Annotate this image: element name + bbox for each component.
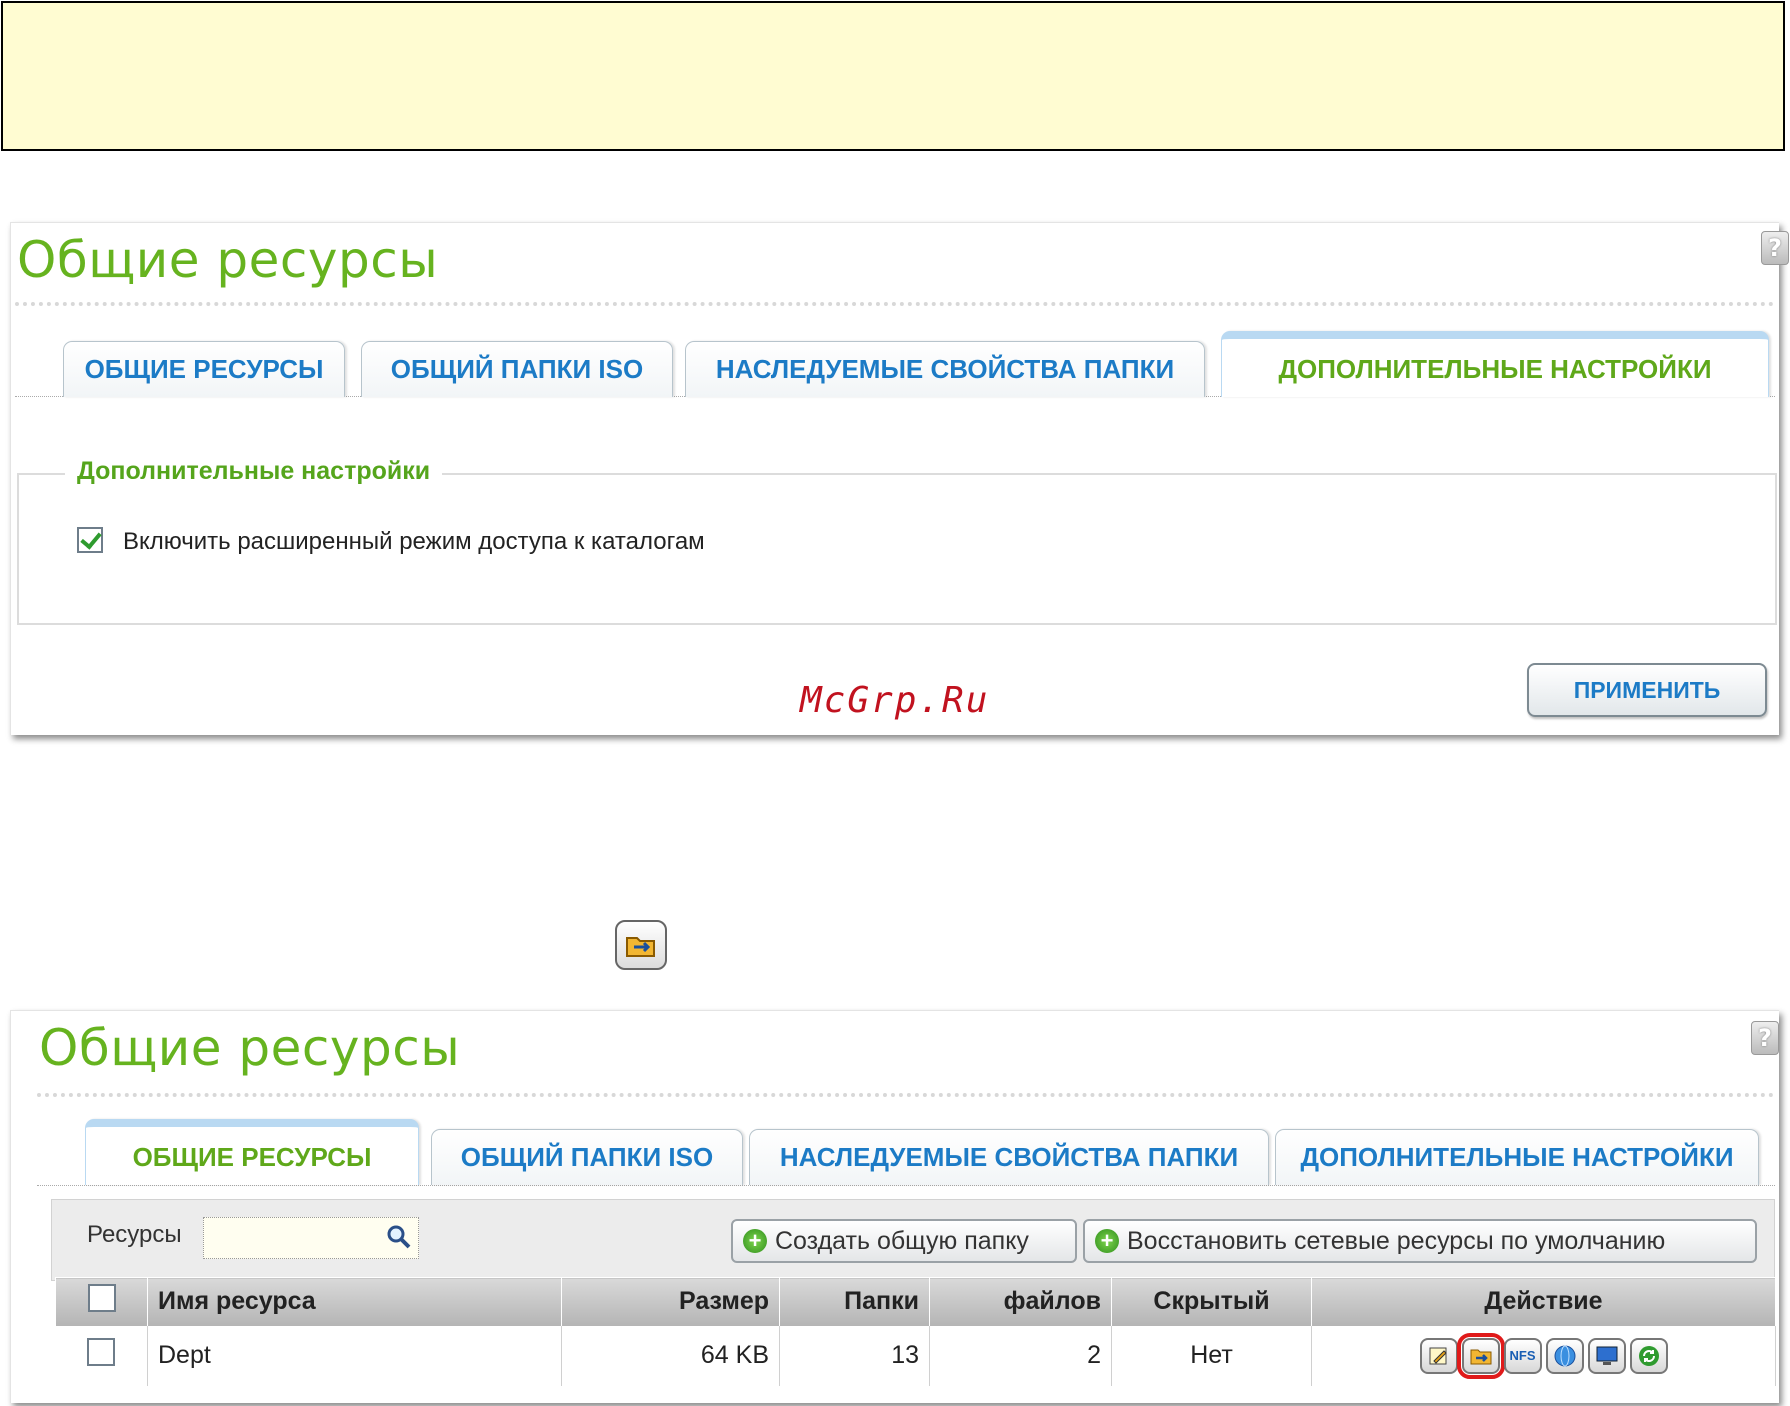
folder-permissions-icon[interactable] [1456, 1332, 1505, 1379]
select-all-checkbox[interactable] [87, 1284, 116, 1313]
tab-shares-2[interactable]: ОБЩИЕ РЕСУРСЫ [85, 1119, 419, 1185]
col-name[interactable]: Имя ресурса [147, 1277, 562, 1326]
folder-permissions-icon [615, 920, 667, 970]
tab-shares[interactable]: ОБЩИЕ РЕСУРСЫ [63, 341, 345, 397]
advanced-settings-legend: Дополнительные настройки [65, 457, 443, 486]
watermark: McGrp.Ru [800, 680, 990, 721]
shares-table: Имя ресурса Размер Папки файлов Скрытый … [55, 1277, 1776, 1386]
col-folders[interactable]: Папки [779, 1277, 930, 1326]
tab-advanced-settings-2[interactable]: ДОПОЛНИТЕЛЬНЫЕ НАСТРОЙКИ [1275, 1129, 1759, 1185]
help-icon[interactable]: ? [1761, 231, 1789, 265]
create-share-label: Создать общую папку [775, 1226, 1029, 1255]
row-size: 64 KB [561, 1325, 780, 1386]
tab-inherited-properties[interactable]: НАСЛЕДУЕМЫЕ СВОЙСТВА ПАПКИ [685, 341, 1205, 397]
restore-defaults-button[interactable]: + Восстановить сетевые ресурсы по умолча… [1083, 1219, 1757, 1263]
row-folders: 13 [779, 1325, 930, 1386]
create-share-button[interactable]: + Создать общую папку [731, 1219, 1077, 1263]
row-actions: NFS [1311, 1325, 1776, 1386]
shares-panel-advanced: Общие ресурсы ? ОБЩИЕ РЕСУРСЫ ОБЩИЙ ПАПК… [10, 222, 1789, 735]
col-files[interactable]: файлов [929, 1277, 1112, 1326]
page-title: Общие ресурсы [17, 231, 439, 289]
row-files: 2 [929, 1325, 1112, 1386]
shares-panel-list: Общие ресурсы ? ОБЩИЕ РЕСУРСЫ ОБЩИЙ ПАПК… [10, 1010, 1779, 1403]
extended-access-checkbox[interactable] [77, 527, 103, 553]
table-header-row: Имя ресурса Размер Папки файлов Скрытый … [55, 1277, 1776, 1326]
tab-iso-folders[interactable]: ОБЩИЙ ПАПКИ ISO [361, 341, 673, 397]
tab-baseline-2 [37, 1185, 1775, 1186]
add-icon: + [743, 1229, 767, 1253]
col-hidden[interactable]: Скрытый [1111, 1277, 1312, 1326]
tab-advanced-settings[interactable]: ДОПОЛНИТЕЛЬНЫЕ НАСТРОЙКИ [1221, 331, 1769, 397]
row-name: Dept [147, 1325, 562, 1386]
restore-defaults-label: Восстановить сетевые ресурсы по умолчани… [1127, 1226, 1666, 1255]
computer-icon[interactable] [1587, 1337, 1626, 1374]
select-all-cell [55, 1277, 148, 1326]
add-icon: + [1095, 1229, 1119, 1253]
extended-access-label: Включить расширенный режим доступа к кат… [123, 528, 705, 555]
col-size[interactable]: Размер [561, 1277, 780, 1326]
title-divider [15, 302, 1775, 306]
title-divider-2 [37, 1093, 1775, 1097]
note-box [1, 1, 1785, 151]
refresh-icon[interactable] [1629, 1337, 1668, 1374]
search-icon[interactable] [386, 1224, 412, 1254]
network-access-icon[interactable] [1545, 1337, 1584, 1374]
tab-inherited-properties-2[interactable]: НАСЛЕДУЕМЫЕ СВОЙСТВА ПАПКИ [749, 1129, 1269, 1185]
col-action: Действие [1311, 1277, 1776, 1326]
search-input[interactable] [203, 1217, 419, 1259]
edit-icon[interactable] [1419, 1337, 1458, 1374]
table-row: Dept 64 KB 13 2 Нет NFS [55, 1325, 1776, 1386]
row-select-cell [55, 1325, 148, 1386]
help-icon-2[interactable]: ? [1751, 1021, 1779, 1055]
search-label: Ресурсы [87, 1221, 182, 1248]
nfs-icon[interactable]: NFS [1503, 1337, 1542, 1374]
apply-button[interactable]: ПРИМЕНИТЬ [1527, 663, 1767, 717]
row-checkbox[interactable] [87, 1338, 116, 1366]
page-title-2: Общие ресурсы [39, 1019, 461, 1077]
tab-iso-folders-2[interactable]: ОБЩИЙ ПАПКИ ISO [431, 1129, 743, 1185]
row-hidden: Нет [1111, 1325, 1312, 1386]
